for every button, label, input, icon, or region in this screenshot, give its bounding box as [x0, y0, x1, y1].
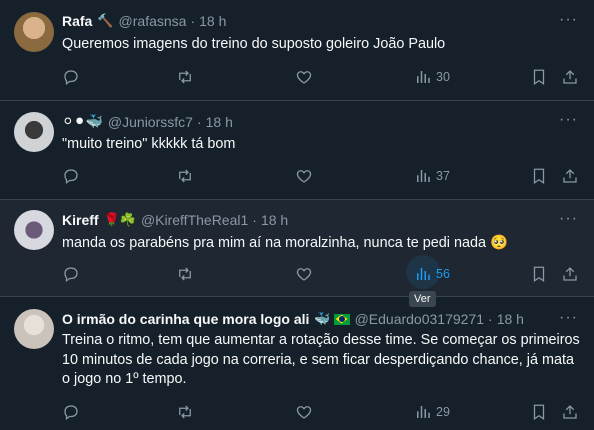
bookmark-button[interactable]	[530, 165, 548, 187]
reply-button[interactable]	[62, 263, 80, 285]
retweet-button[interactable]	[176, 263, 194, 285]
views-button[interactable]: 30	[414, 66, 450, 88]
like-button[interactable]	[295, 66, 313, 88]
avatar[interactable]	[14, 12, 54, 52]
like-button[interactable]	[295, 165, 313, 187]
bookmark-button[interactable]	[530, 401, 548, 423]
tweet[interactable]: Kireff 🌹☘️ @KireffTheReal1 · 18 h ··· ma…	[0, 200, 594, 297]
tweet-actions: 56	[62, 255, 580, 289]
bookmark-icon	[533, 404, 545, 420]
timestamp[interactable]: 18 h	[261, 212, 288, 228]
tweet[interactable]: Rafa 🔨 @rafasnsa · 18 h ··· Queremos ima…	[0, 0, 594, 101]
separator-dot: ·	[190, 13, 196, 29]
share-button[interactable]	[561, 165, 579, 187]
retweet-icon	[179, 169, 191, 183]
reply-button[interactable]	[62, 66, 80, 88]
retweet-button[interactable]	[176, 401, 194, 423]
more-options-icon[interactable]: ···	[559, 210, 578, 228]
more-options-icon[interactable]: ···	[559, 309, 578, 327]
share-icon	[563, 405, 577, 419]
reply-icon	[64, 169, 78, 185]
timestamp[interactable]: 18 h	[497, 311, 524, 327]
share-button[interactable]	[561, 66, 579, 88]
bookmark-button[interactable]	[530, 66, 548, 88]
author-handle[interactable]: @Eduardo03179271	[355, 311, 484, 327]
bookmark-icon	[533, 266, 545, 282]
like-button[interactable]	[295, 401, 313, 423]
tweet-actions: 29	[62, 401, 580, 423]
share-button[interactable]	[561, 401, 579, 423]
views-button[interactable]: 56	[406, 255, 450, 289]
heart-icon	[296, 406, 312, 419]
tweet-text: Treina o ritmo, tem que aumentar a rotaç…	[62, 332, 580, 387]
author-name[interactable]: ⚪⚫🐳	[62, 113, 103, 130]
share-icon	[563, 267, 577, 281]
author-name[interactable]: O irmão do carinha que mora logo ali	[62, 311, 309, 327]
tweet-text: manda os parabéns pra mim aí na moralzin…	[62, 235, 508, 251]
reply-button[interactable]	[62, 165, 80, 187]
tweet-actions: 37	[62, 165, 580, 187]
share-icon	[563, 169, 577, 183]
name-emoji: 🌹☘️	[103, 212, 136, 227]
tweet[interactable]: O irmão do carinha que mora logo ali 🐳 @…	[0, 297, 594, 430]
author-handle[interactable]: @Juniorssfc7	[108, 114, 193, 130]
author-handle[interactable]: @rafasnsa	[119, 13, 187, 29]
heart-icon	[296, 71, 312, 84]
views-tooltip: Ver	[409, 291, 436, 307]
name-emoji: 🔨	[97, 13, 114, 28]
avatar[interactable]	[14, 309, 54, 349]
views-icon	[417, 170, 430, 182]
views-button[interactable]: 29	[414, 401, 450, 423]
timestamp[interactable]: 18 h	[199, 13, 226, 29]
brazil-flag-icon	[333, 313, 350, 325]
tweet-text: "muito treino" kkkkk tá bom	[62, 136, 236, 152]
retweet-icon	[179, 405, 191, 419]
bookmark-button[interactable]	[530, 263, 548, 285]
separator-dot: ·	[252, 212, 257, 228]
retweet-button[interactable]	[176, 66, 194, 88]
like-button[interactable]	[295, 263, 313, 285]
views-count: 30	[436, 70, 450, 84]
timestamp[interactable]: 18 h	[206, 114, 233, 130]
heart-icon	[296, 268, 312, 281]
tweet-text: Queremos imagens do treino do suposto go…	[62, 36, 446, 52]
reply-icon	[64, 405, 78, 421]
retweet-icon	[179, 70, 191, 84]
avatar[interactable]	[14, 210, 54, 250]
share-icon	[563, 70, 577, 84]
heart-icon	[296, 170, 312, 183]
retweet-icon	[179, 267, 191, 281]
author-handle[interactable]: @KireffTheReal1	[141, 212, 248, 228]
views-count: 29	[436, 405, 450, 419]
more-options-icon[interactable]: ···	[559, 111, 578, 129]
separator-dot: ·	[488, 311, 493, 327]
retweet-button[interactable]	[176, 165, 194, 187]
share-button[interactable]	[561, 263, 579, 285]
views-icon	[417, 71, 430, 83]
bookmark-icon	[533, 69, 545, 85]
reply-button[interactable]	[62, 401, 80, 423]
views-icon	[417, 406, 430, 418]
bookmark-icon	[533, 168, 545, 184]
reply-icon	[64, 70, 78, 86]
views-button[interactable]: 37	[414, 165, 450, 187]
views-icon	[417, 268, 430, 280]
views-count: 56	[436, 267, 450, 281]
tweet[interactable]: ⚪⚫🐳 @Juniorssfc7 · 18 h ··· "muito trein…	[0, 101, 594, 200]
author-name[interactable]: Rafa	[62, 13, 92, 29]
more-options-icon[interactable]: ···	[559, 11, 578, 29]
avatar[interactable]	[14, 112, 54, 152]
views-count: 37	[436, 169, 450, 183]
reply-icon	[64, 267, 78, 283]
name-emoji: 🐳	[314, 311, 331, 326]
author-name[interactable]: Kireff	[62, 212, 99, 228]
separator-dot: ·	[196, 113, 202, 130]
tweet-actions: 30	[62, 66, 580, 88]
